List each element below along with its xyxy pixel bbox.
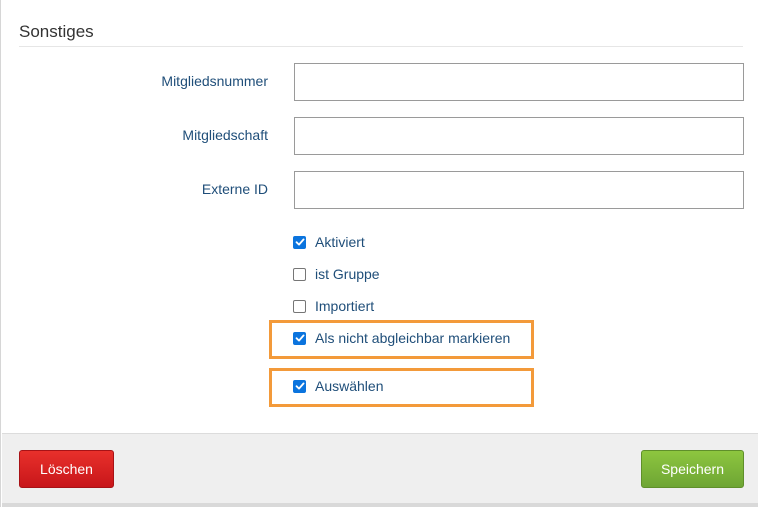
nicht-abgleichbar-option[interactable]: Als nicht abgleichbar markieren: [293, 328, 510, 348]
delete-button[interactable]: Löschen: [19, 450, 114, 488]
aktiviert-label: Aktiviert: [315, 234, 365, 250]
importiert-checkbox[interactable]: [293, 299, 306, 313]
nicht-abgleichbar-label: Als nicht abgleichbar markieren: [315, 330, 511, 346]
ist-gruppe-option[interactable]: ist Gruppe: [293, 264, 380, 284]
section-title: Sonstiges: [19, 22, 94, 41]
externe-id-label: Externe ID: [201, 181, 268, 197]
mitgliedschaft-label: Mitgliedschaft: [182, 127, 268, 143]
mitgliedsnummer-input[interactable]: [294, 63, 744, 101]
mitgliedsnummer-label: Mitgliedsnummer: [161, 73, 268, 89]
externe-id-input[interactable]: [294, 171, 744, 209]
nicht-abgleichbar-checkbox[interactable]: [293, 331, 306, 345]
mitgliedschaft-input[interactable]: [294, 117, 744, 155]
importiert-option[interactable]: Importiert: [293, 296, 374, 316]
section-divider: [19, 46, 743, 47]
save-button[interactable]: Speichern: [641, 450, 744, 488]
auswaehlen-label: Auswählen: [315, 378, 384, 394]
auswaehlen-option[interactable]: Auswählen: [293, 376, 384, 396]
footer-bottom-border: [2, 503, 758, 507]
aktiviert-checkbox[interactable]: [293, 235, 306, 249]
form-panel: Sonstiges Mitgliedsnummer Mitgliedschaft…: [0, 0, 758, 507]
ist-gruppe-label: ist Gruppe: [315, 266, 380, 282]
aktiviert-option[interactable]: Aktiviert: [293, 232, 365, 252]
importiert-label: Importiert: [315, 298, 375, 314]
ist-gruppe-checkbox[interactable]: [293, 267, 306, 281]
auswaehlen-checkbox[interactable]: [293, 379, 306, 393]
